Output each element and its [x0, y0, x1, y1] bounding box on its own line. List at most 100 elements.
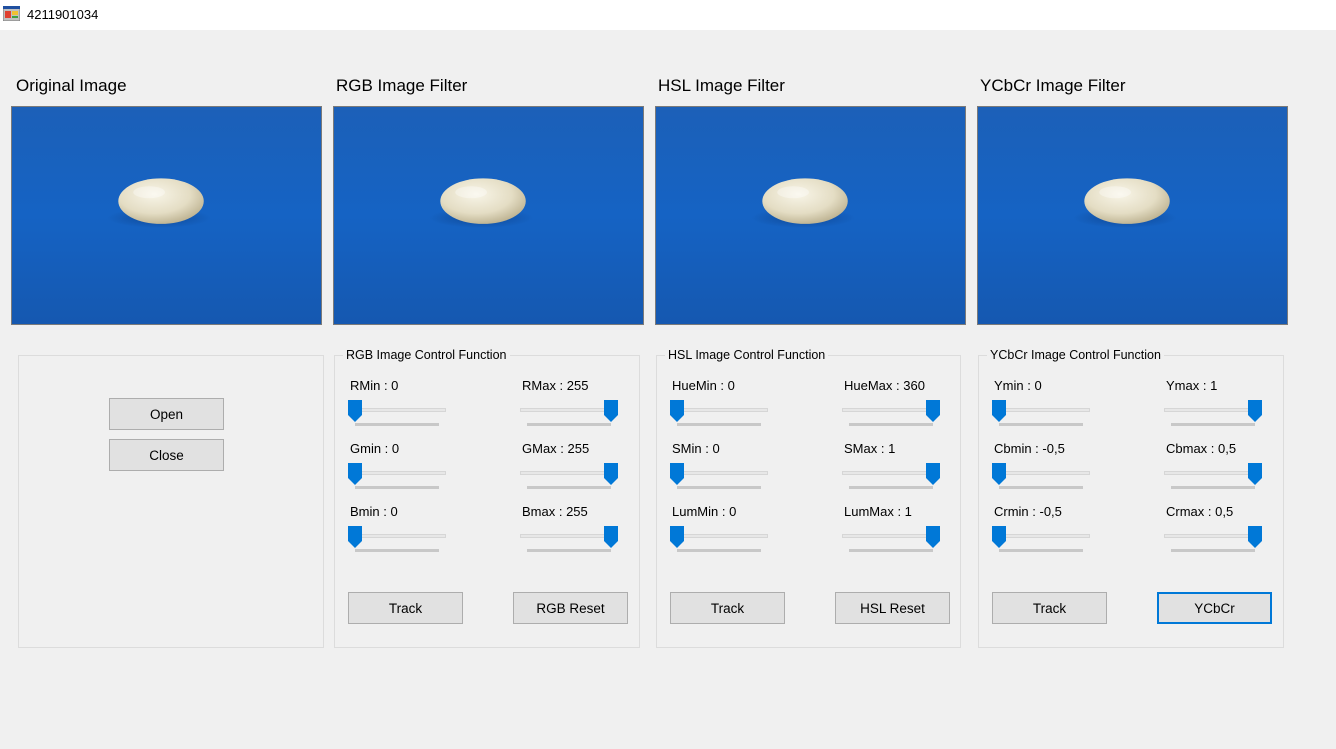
hsl-trackbar-5[interactable]: [670, 524, 768, 556]
trackbar-thumb[interactable]: [348, 463, 362, 485]
trackbar-ticks: [527, 549, 611, 552]
trackbar-track: [670, 534, 768, 538]
rgb-trackbar-5[interactable]: [348, 524, 446, 556]
ycbcr-control-group: YCbCr Image Control Function Ymin : 0 Yma…: [978, 348, 1284, 648]
trackbar-thumb[interactable]: [992, 400, 1006, 422]
trackbar-track: [992, 408, 1090, 412]
ycbcr-label-1: Ymin : 0: [994, 378, 1042, 393]
trackbar-thumb[interactable]: [926, 400, 940, 422]
hsl-label-1: HueMin : 0: [672, 378, 735, 393]
app-icon: [3, 6, 20, 21]
hsl-trackbar-1[interactable]: [670, 398, 768, 430]
ycbcr-trackbar-2[interactable]: [1164, 398, 1262, 430]
hsl-trackbar-6[interactable]: [842, 524, 940, 556]
trackbar-thumb[interactable]: [604, 463, 618, 485]
rgb-label-3: Gmin : 0: [350, 441, 400, 456]
trackbar-thumb[interactable]: [670, 400, 684, 422]
hsl-trackbar-2[interactable]: [842, 398, 940, 430]
trackbar-ticks: [1171, 423, 1255, 426]
rgb-label-1: RMin : 0: [350, 378, 399, 393]
trackbar-ticks: [677, 549, 761, 552]
ycbcr-image-box: [977, 106, 1288, 325]
rgb-reset-button[interactable]: RGB Reset: [513, 592, 628, 624]
ycbcr-group-title: YCbCr Image Control Function: [987, 348, 1164, 362]
hsl-group-title: HSL Image Control Function: [665, 348, 829, 362]
pill-image: [978, 107, 1287, 324]
hsl-track-button[interactable]: Track: [670, 592, 785, 624]
hsl-label-3: SMin : 0: [672, 441, 720, 456]
trackbar-thumb[interactable]: [348, 526, 362, 548]
rgb-label-2: RMax : 255: [522, 378, 589, 393]
ycbcr-trackbar-5[interactable]: [992, 524, 1090, 556]
close-button[interactable]: Close: [109, 439, 224, 471]
rgb-trackbar-4[interactable]: [520, 461, 618, 493]
trackbar-ticks: [355, 423, 439, 426]
trackbar-ticks: [849, 423, 933, 426]
trackbar-thumb[interactable]: [1248, 400, 1262, 422]
caption-original-image: Original Image: [16, 76, 127, 95]
trackbar-thumb[interactable]: [670, 526, 684, 548]
trackbar-thumb[interactable]: [992, 463, 1006, 485]
original-image-box: [11, 106, 322, 325]
ycbcr-label-3: Cbmin : -0,5: [994, 441, 1065, 456]
caption-ycbcr-image-filter: YCbCr Image Filter: [980, 76, 1126, 95]
trackbar-thumb[interactable]: [348, 400, 362, 422]
ycbcr-label-6: Crmax : 0,5: [1166, 504, 1234, 519]
hsl-reset-button[interactable]: HSL Reset: [835, 592, 950, 624]
ycbcr-label-2: Ymax : 1: [1166, 378, 1218, 393]
rgb-trackbar-1[interactable]: [348, 398, 446, 430]
trackbar-track: [348, 534, 446, 538]
ycbcr-trackbar-3[interactable]: [992, 461, 1090, 493]
trackbar-track: [992, 471, 1090, 475]
hsl-label-6: LumMax : 1: [844, 504, 912, 519]
ycbcr-trackbar-4[interactable]: [1164, 461, 1262, 493]
rgb-trackbar-3[interactable]: [348, 461, 446, 493]
trackbar-ticks: [999, 423, 1083, 426]
rgb-track-button[interactable]: Track: [348, 592, 463, 624]
trackbar-thumb[interactable]: [604, 400, 618, 422]
rgb-label-4: GMax : 255: [522, 441, 590, 456]
hsl-trackbar-3[interactable]: [670, 461, 768, 493]
trackbar-ticks: [1171, 486, 1255, 489]
hsl-label-2: HueMax : 360: [844, 378, 925, 393]
ycbcr-trackbar-6[interactable]: [1164, 524, 1262, 556]
rgb-trackbar-2[interactable]: [520, 398, 618, 430]
rgb-image-box: [333, 106, 644, 325]
ycbcr-reset-button[interactable]: YCbCr: [1157, 592, 1272, 624]
trackbar-thumb[interactable]: [670, 463, 684, 485]
rgb-trackbar-6[interactable]: [520, 524, 618, 556]
pill-image: [334, 107, 643, 324]
rgb-group-title: RGB Image Control Function: [343, 348, 510, 362]
trackbar-thumb[interactable]: [1248, 463, 1262, 485]
trackbar-thumb[interactable]: [926, 463, 940, 485]
trackbar-thumb[interactable]: [604, 526, 618, 548]
hsl-trackbar-4[interactable]: [842, 461, 940, 493]
window-title: 4211901034: [27, 7, 99, 22]
trackbar-ticks: [355, 549, 439, 552]
pill-image: [12, 107, 321, 324]
trackbar-thumb[interactable]: [1248, 526, 1262, 548]
trackbar-thumb[interactable]: [992, 526, 1006, 548]
trackbar-track: [992, 534, 1090, 538]
trackbar-track: [670, 408, 768, 412]
caption-hsl-image-filter: HSL Image Filter: [658, 76, 785, 95]
trackbar-ticks: [355, 486, 439, 489]
trackbar-ticks: [527, 486, 611, 489]
hsl-control-group: HSL Image Control Function HueMin : 0 Hue…: [656, 348, 961, 648]
hsl-image-box: [655, 106, 966, 325]
trackbar-track: [670, 471, 768, 475]
open-button[interactable]: Open: [109, 398, 224, 430]
ycbcr-trackbar-1[interactable]: [992, 398, 1090, 430]
ycbcr-label-5: Crmin : -0,5: [994, 504, 1062, 519]
pill-image: [656, 107, 965, 324]
trackbar-ticks: [677, 423, 761, 426]
trackbar-ticks: [849, 549, 933, 552]
hsl-label-5: LumMin : 0: [672, 504, 737, 519]
trackbar-ticks: [527, 423, 611, 426]
hsl-label-4: SMax : 1: [844, 441, 896, 456]
file-panel: Open Close: [18, 355, 324, 648]
rgb-control-group: RGB Image Control Function RMin : 0 RMax …: [334, 348, 640, 648]
trackbar-thumb[interactable]: [926, 526, 940, 548]
trackbar-ticks: [849, 486, 933, 489]
ycbcr-track-button[interactable]: Track: [992, 592, 1107, 624]
